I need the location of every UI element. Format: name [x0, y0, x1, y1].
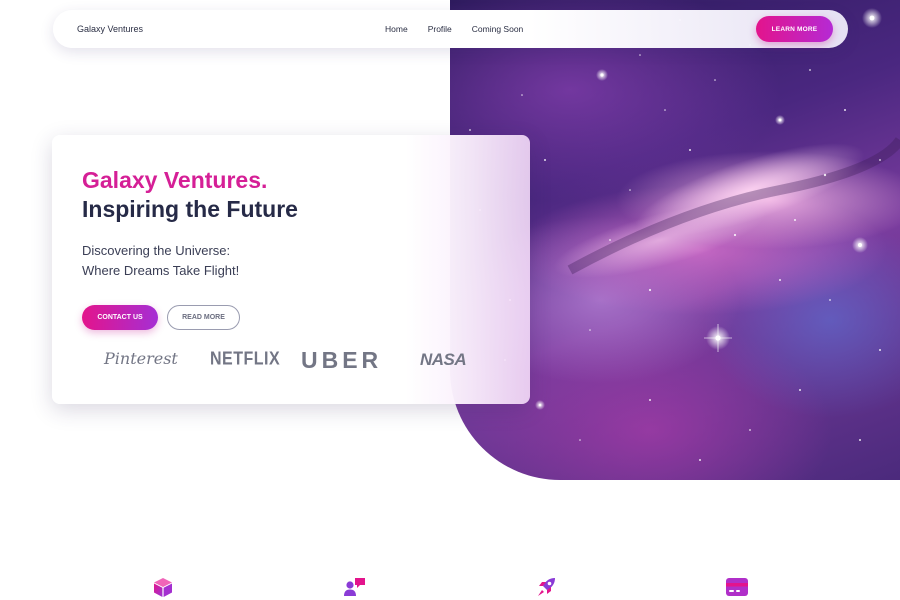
navbar: Galaxy Ventures Home Profile Coming Soon…: [53, 10, 848, 48]
nasa-logo: NASA: [420, 350, 467, 369]
hero-subtitle-line1: Discovering the Universe:: [82, 243, 231, 258]
cube-icon: [151, 576, 175, 598]
credit-card-icon: [725, 576, 749, 598]
netflix-logo: NETFLIX: [210, 349, 281, 370]
read-more-button[interactable]: READ MORE: [167, 305, 240, 330]
hero-subtitle-line2: Where Dreams Take Flight!: [82, 263, 240, 278]
contact-us-button[interactable]: CONTACT US: [82, 305, 158, 330]
uber-logo: UBER: [301, 347, 383, 373]
brand-name[interactable]: Galaxy Ventures: [77, 24, 143, 34]
partner-logos: Pinterest NETFLIX UBER NASA: [82, 347, 502, 377]
nav-link-home[interactable]: Home: [385, 24, 408, 34]
user-chat-icon: [343, 576, 367, 598]
nav-link-coming-soon[interactable]: Coming Soon: [472, 24, 524, 34]
hero-card: Galaxy Ventures. Inspiring the Future Di…: [52, 135, 530, 404]
nav-link-profile[interactable]: Profile: [428, 24, 452, 34]
hero-title-brand: Galaxy Ventures.: [82, 167, 268, 193]
learn-more-button[interactable]: LEARN MORE: [756, 16, 833, 42]
landing-page: Galaxy Ventures Home Profile Coming Soon…: [0, 0, 900, 600]
pinterest-logo: Pinterest: [104, 349, 178, 368]
rocket-icon: [535, 576, 559, 598]
hero-title-tagline: Inspiring the Future: [82, 196, 298, 222]
nav-links: Home Profile Coming Soon: [385, 24, 523, 34]
hero-subtitle: Discovering the Universe: Where Dreams T…: [82, 241, 239, 281]
